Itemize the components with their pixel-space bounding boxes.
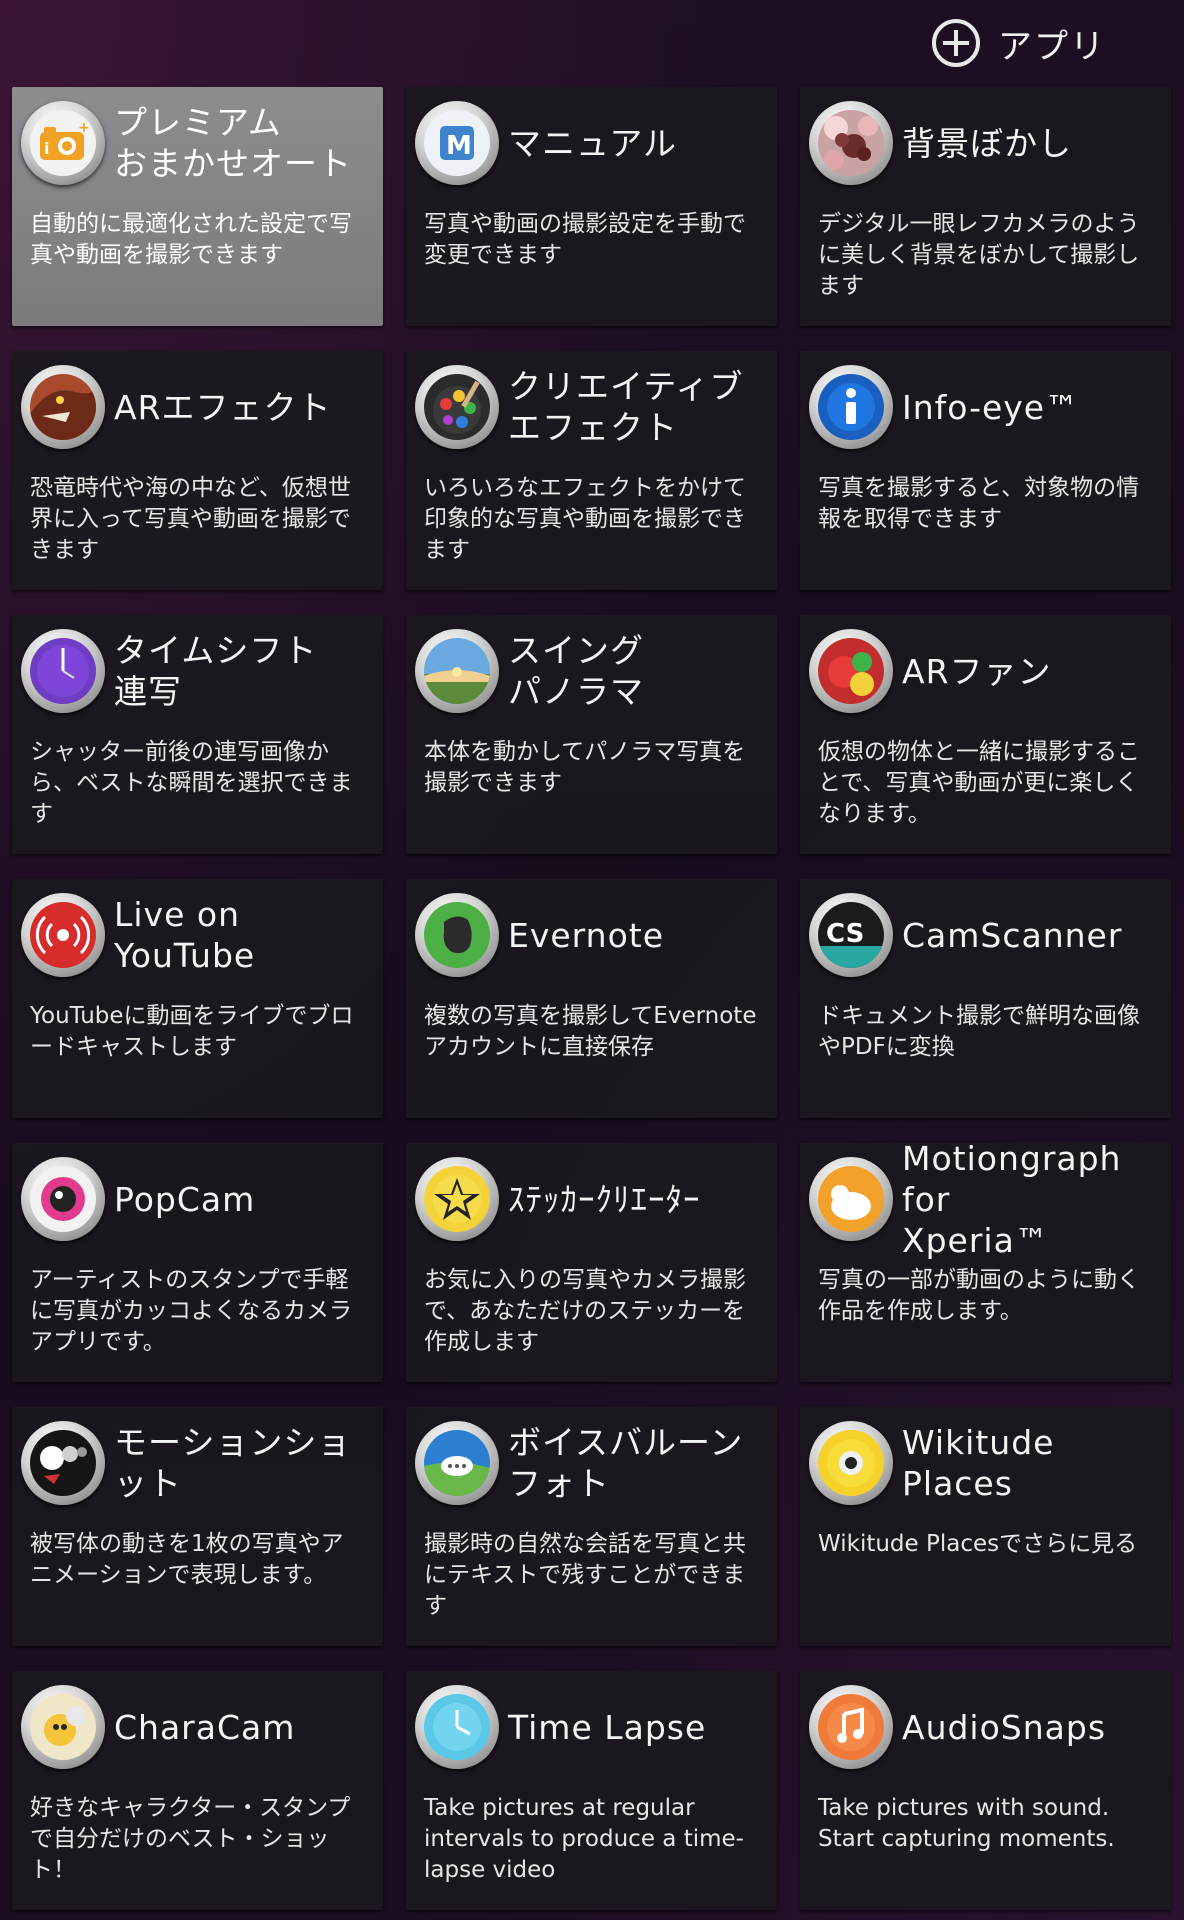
app-tile-time-lapse[interactable]: Time Lapse Take pictures at regular inter… [406,1671,777,1910]
svg-text:CS: CS [826,919,864,949]
app-title: ｽﾃｯｶｰｸﾘｴｰﾀｰ [508,1179,701,1219]
background-defocus-icon [809,101,893,185]
app-title: Time Lapse [508,1707,707,1747]
app-tile-camscanner[interactable]: CS CamScanner ドキュメント撮影で鮮明な画像やPDFに変換 [800,879,1171,1118]
app-description: 仮想の物体と一緒に撮影することで、写真や動画が更に楽しくなります。 [818,739,1140,827]
add-app-label: アプリ [998,26,1106,67]
app-title: CharaCam [114,1707,296,1747]
info-eye-icon [809,365,893,449]
app-tile-popcam[interactable]: PopCam アーティストのスタンプで手軽に写真がカッコよくなるカメラアプリです。 [12,1143,383,1382]
app-description: YouTubeに動画をライブでブロードキャストします [30,1003,354,1060]
app-title: Live on YouTube [114,895,256,975]
app-tile-sweep-panorama[interactable]: スイング パノラマ本体を動かしてパノラマ写真を撮影できます [406,615,777,854]
app-title: PopCam [114,1179,256,1219]
characam-icon [21,1685,105,1769]
app-title: プレミアム おまかせオート [114,103,352,183]
audiosnaps-icon [809,1685,893,1769]
motiongraph-icon [809,1157,893,1241]
app-tile-voice-balloon[interactable]: ボイスバルーン フォト撮影時の自然な会話を写真と共にテキストで残すことができます [406,1407,777,1646]
app-description: Take pictures with sound. Start capturin… [818,1795,1115,1852]
app-tile-evernote[interactable]: Evernote 複数の写真を撮影してEvernote アカウントに直接保存 [406,879,777,1118]
app-title: 背景ぼかし [902,123,1072,163]
app-description: 写真や動画の撮影設定を手動で変更できます [424,211,746,268]
app-tile-background-defocus[interactable]: 背景ぼかしデジタル一眼レフカメラのように美しく背景をぼかして撮影します [800,87,1171,326]
app-description: 複数の写真を撮影してEvernote アカウントに直接保存 [424,1003,757,1060]
app-title: ボイスバルーン フォト [508,1423,744,1503]
superior-auto-icon: i + [21,101,105,185]
app-description: Take pictures at regular intervals to pr… [424,1795,744,1883]
sticker-creator-icon [415,1157,499,1241]
add-app-button[interactable]: アプリ [932,16,1106,70]
app-description: 自動的に最適化された設定で写真や動画を撮影できます [30,211,352,268]
app-tile-creative-effect[interactable]: クリエイティブ エフェクトいろいろなエフェクトをかけて印象的な写真や動画を撮影で… [406,351,777,590]
manual-icon: M [415,101,499,185]
camera-app-grid: i + プレミアム おまかせオート 自動的に最適化された設定で写真や動画を撮影できます… [12,87,1171,1910]
svg-text:M: M [446,131,472,161]
app-title: AudioSnaps [902,1707,1107,1747]
app-title: ARエフェクト [114,387,332,427]
app-title: CamScanner [902,915,1123,955]
svg-text:i: i [44,139,49,158]
app-title: ARファン [902,651,1052,691]
app-title: Motiongraph for Xperia™ [902,1143,1122,1260]
app-description: 写真を撮影すると、対象物の情報を取得できます [818,475,1140,532]
app-tile-manual[interactable]: M マニュアル写真や動画の撮影設定を手動で変更できます [406,87,777,326]
motion-shot-icon [21,1421,105,1505]
app-tile-motiongraph[interactable]: Motiongraph for Xperia™ 写真の一部が動画のように動く作品を… [800,1143,1171,1382]
app-description: いろいろなエフェクトをかけて印象的な写真や動画を撮影できます [424,475,746,563]
time-lapse-icon [415,1685,499,1769]
svg-text:+: + [78,120,90,136]
app-description: 恐竜時代や海の中など、仮想世界に入って写真や動画を撮影できます [30,475,351,563]
app-title: モーションショット [114,1423,352,1503]
app-tile-ar-fun[interactable]: ARファン仮想の物体と一緒に撮影することで、写真や動画が更に楽しくなります。 [800,615,1171,854]
app-description: デジタル一眼レフカメラのように美しく背景をぼかして撮影します [818,211,1140,299]
app-description: 被写体の動きを1枚の写真やアニメーションで表現します。 [30,1531,344,1588]
app-tile-wikitude[interactable]: Wikitude Places Wikitude Placesでさらに見る [800,1407,1171,1646]
app-description: アーティストのスタンプで手軽に写真がカッコよくなるカメラアプリです。 [30,1267,352,1355]
app-title: スイング パノラマ [508,631,644,711]
app-tile-motion-shot[interactable]: モーションショット被写体の動きを1枚の写真やアニメーションで表現します。 [12,1407,383,1646]
app-title: Evernote [508,915,665,955]
app-tile-live-broadcast[interactable]: Live on YouTube YouTubeに動画をライブでブロードキャストしま… [12,879,383,1118]
app-description: 本体を動かしてパノラマ写真を撮影できます [424,739,746,796]
live-broadcast-icon [21,893,105,977]
app-description: Wikitude Placesでさらに見る [818,1531,1138,1557]
app-tile-characam[interactable]: CharaCam 好きなキャラクター・スタンプで自分だけのベスト・ショット！ [12,1671,383,1910]
app-title: マニュアル [508,123,678,163]
app-title: クリエイティブ エフェクト [508,367,744,447]
ar-effect-icon [21,365,105,449]
camscanner-icon: CS [809,893,893,977]
app-description: 撮影時の自然な会話を写真と共にテキストで残すことができます [424,1531,746,1619]
popcam-icon [21,1157,105,1241]
sweep-panorama-icon [415,629,499,713]
ar-fun-icon [809,629,893,713]
top-bar: アプリ [0,0,1184,86]
voice-balloon-icon [415,1421,499,1505]
app-title: タイムシフト 連写 [114,631,318,711]
app-tile-audiosnaps[interactable]: AudioSnaps Take pictures with sound. Star… [800,1671,1171,1910]
evernote-icon [415,893,499,977]
app-tile-ar-effect[interactable]: ARエフェクト恐竜時代や海の中など、仮想世界に入って写真や動画を撮影できます [12,351,383,590]
app-description: お気に入りの写真やカメラ撮影で、あなただけのステッカーを作成します [424,1267,746,1355]
app-description: 写真の一部が動画のように動く作品を作成します。 [818,1267,1140,1324]
app-title: Info-eye™ [902,387,1080,427]
app-tile-timeshift-burst[interactable]: タイムシフト 連写シャッター前後の連写画像から、ベストな瞬間を選択できます [12,615,383,854]
app-tile-superior-auto[interactable]: i + プレミアム おまかせオート 自動的に最適化された設定で写真や動画を撮影できます [12,87,383,326]
creative-effect-icon [415,365,499,449]
app-description: 好きなキャラクター・スタンプで自分だけのベスト・ショット！ [30,1795,351,1883]
app-description: シャッター前後の連写画像から、ベストな瞬間を選択できます [30,739,353,827]
app-tile-info-eye[interactable]: Info-eye™ 写真を撮影すると、対象物の情報を取得できます [800,351,1171,590]
app-tile-sticker-creator[interactable]: ｽﾃｯｶｰｸﾘｴｰﾀｰ お気に入りの写真やカメラ撮影で、あなただけのステッカーを作… [406,1143,777,1382]
timeshift-burst-icon [21,629,105,713]
wikitude-icon [809,1421,893,1505]
app-description: ドキュメント撮影で鮮明な画像やPDFに変換 [818,1003,1140,1060]
app-title: Wikitude Places [902,1423,1055,1503]
plus-circle-icon [932,19,980,67]
